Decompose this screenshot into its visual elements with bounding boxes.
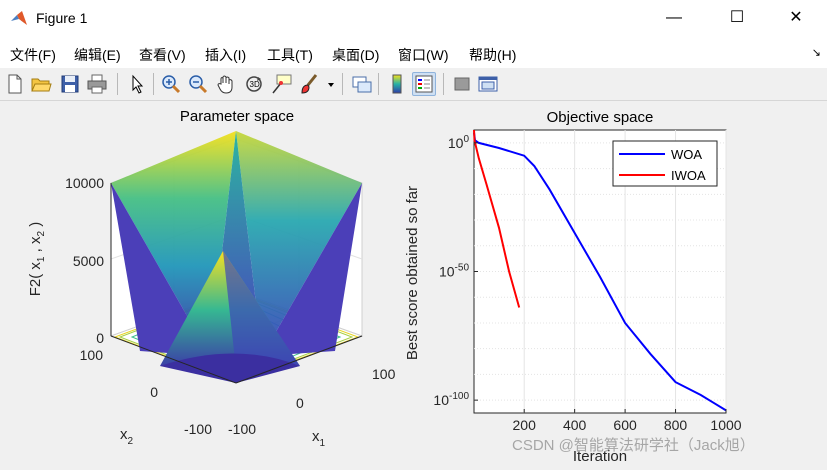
pan-hand-icon[interactable] xyxy=(215,73,237,95)
toolbar-separator xyxy=(443,73,444,95)
left-plot-title: Parameter space xyxy=(180,108,294,125)
right-plot-title: Objective space xyxy=(547,109,654,126)
minimize-button[interactable]: — xyxy=(651,0,697,38)
toolbar-separator xyxy=(378,73,379,95)
svg-text:F2( x1 , x2 ): F2( x1 , x2 ) xyxy=(27,222,47,296)
z-label-part1: F2( x xyxy=(27,262,44,297)
close-button[interactable]: ✕ xyxy=(773,0,819,38)
x-tick-label: 800 xyxy=(664,417,688,433)
save-icon[interactable] xyxy=(59,73,81,95)
x1-tick-neg100: -100 xyxy=(228,421,256,437)
y-tick-label: 100 xyxy=(448,134,470,151)
legend-woa-label: WOA xyxy=(671,147,702,162)
figure-svg: Parameter space 10000 5000 0 F2(x1 , x2… xyxy=(27,108,755,465)
toolbar-separator xyxy=(153,73,154,95)
open-file-icon[interactable] xyxy=(30,73,52,95)
matlab-logo-icon xyxy=(11,11,27,25)
pointer-icon[interactable] xyxy=(126,73,148,95)
svg-text:3D: 3D xyxy=(250,80,260,89)
z-tick-5000: 5000 xyxy=(73,253,104,269)
brush-icon[interactable] xyxy=(299,73,321,95)
menu-view[interactable]: 查看(V) xyxy=(139,45,186,65)
legend[interactable]: WOA IWOA xyxy=(612,140,718,187)
link-plot-icon[interactable] xyxy=(351,73,373,95)
data-cursor-icon[interactable] xyxy=(271,73,293,95)
toolbar: 3D xyxy=(0,68,827,101)
surface-plot xyxy=(111,131,362,383)
menu-bar: 文件(F) 编辑(E) 查看(V) 插入(I) 工具(T) 桌面(D) 窗口(W… xyxy=(0,38,827,68)
toolbar-separator xyxy=(342,73,343,95)
legend-iwoa-label: IWOA xyxy=(671,168,706,183)
brush-dropdown-icon[interactable] xyxy=(325,73,337,95)
menu-window[interactable]: 窗口(W) xyxy=(398,45,449,65)
toolbar-separator xyxy=(117,73,118,95)
z-label-part2: , x xyxy=(27,236,44,257)
z-tick-10000: 10000 xyxy=(65,175,104,191)
menu-desktop[interactable]: 桌面(D) xyxy=(332,45,379,65)
colorbar-icon[interactable] xyxy=(386,73,408,95)
window-title: Figure 1 xyxy=(36,10,88,26)
x-tick-label: 400 xyxy=(563,417,587,433)
x2-tick-100: 100 xyxy=(80,347,104,363)
menu-edit[interactable]: 编辑(E) xyxy=(74,45,121,65)
x-tick-label: 1000 xyxy=(710,417,741,433)
y-tick-label: 10-50 xyxy=(439,263,469,280)
menu-tools[interactable]: 工具(T) xyxy=(267,45,313,65)
objective-space-plot: Objective space 200 400 600 800 1000 100 10-50… xyxy=(404,109,742,465)
print-icon[interactable] xyxy=(86,73,108,95)
y-tick-label: 10-100 xyxy=(433,391,469,408)
zoom-out-icon[interactable] xyxy=(187,73,209,95)
maximize-button[interactable]: ☐ xyxy=(714,0,760,38)
watermark: CSDN @智能算法研学社（Jack旭） xyxy=(512,436,755,454)
show-plot-tools-icon[interactable] xyxy=(477,73,499,95)
y-axis-label: Best score obtained so far xyxy=(404,186,421,360)
rotate-3d-icon[interactable]: 3D xyxy=(243,73,265,95)
dock-arrow-icon[interactable]: ↘ xyxy=(812,46,821,59)
hide-plot-tools-icon[interactable] xyxy=(451,73,473,95)
x1-axis-label: x1 xyxy=(312,428,326,449)
z-label-part3: ) xyxy=(27,222,44,231)
x2-axis-label: x2 xyxy=(120,426,134,447)
x1-tick-0: 0 xyxy=(296,395,304,411)
z-axis-label: F2( x1 , x2 ) xyxy=(27,222,47,296)
menu-file[interactable]: 文件(F) xyxy=(10,45,56,65)
zoom-in-icon[interactable] xyxy=(160,73,182,95)
figure-canvas: Parameter space 10000 5000 0 F2(x1 , x2… xyxy=(0,101,827,465)
new-figure-icon[interactable] xyxy=(4,73,26,95)
legend-toggle-button[interactable] xyxy=(412,72,436,96)
title-bar: Figure 1 — ☐ ✕ xyxy=(0,0,827,38)
legend-icon xyxy=(415,75,433,93)
x2-tick-neg100: -100 xyxy=(184,421,212,437)
menu-help[interactable]: 帮助(H) xyxy=(469,45,516,65)
x2-tick-0: 0 xyxy=(150,384,158,400)
x-tick-label: 600 xyxy=(613,417,637,433)
parameter-space-plot: Parameter space 10000 5000 0 F2(x1 , x2… xyxy=(27,108,396,449)
z-tick-0: 0 xyxy=(96,330,104,346)
x-tick-label: 200 xyxy=(513,417,537,433)
menu-insert[interactable]: 插入(I) xyxy=(205,45,246,65)
x1-tick-100: 100 xyxy=(372,366,396,382)
